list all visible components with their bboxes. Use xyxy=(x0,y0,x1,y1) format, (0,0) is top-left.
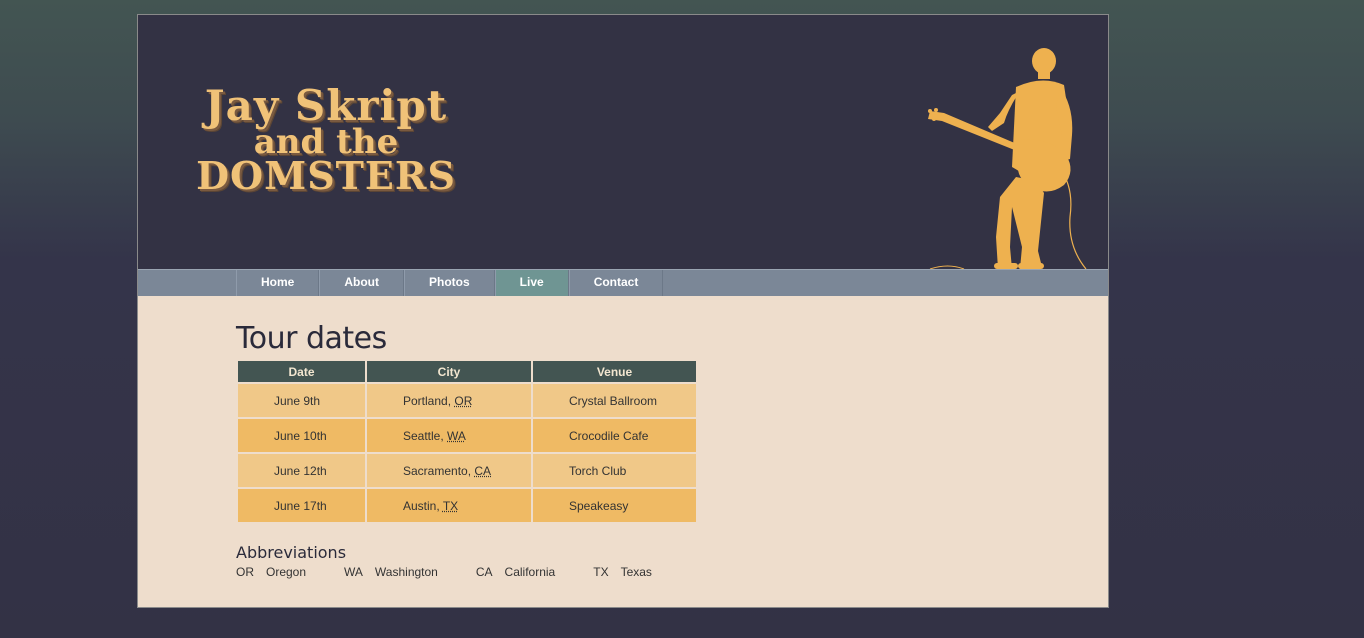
logo-line-1: Jay Skript xyxy=(204,81,448,130)
city-name: Austin, xyxy=(403,498,443,513)
abbr-term: CA xyxy=(475,565,493,579)
city-name: Sacramento, xyxy=(403,463,475,478)
abbr-definition: Oregon xyxy=(266,565,307,579)
state-abbr: OR xyxy=(454,393,473,408)
cell-venue: Torch Club xyxy=(533,454,696,487)
nav-contact[interactable]: Contact xyxy=(568,270,664,296)
cell-city: Sacramento, CA xyxy=(367,454,531,487)
abbr-term: TX xyxy=(593,565,609,579)
logo-line-3: DOMSTERS xyxy=(196,153,456,198)
cell-date: June 9th xyxy=(238,384,365,417)
col-header-date: Date xyxy=(238,361,365,382)
state-abbr: CA xyxy=(474,463,492,478)
cell-city: Austin, TX xyxy=(367,489,531,522)
header-banner: Jay Skript and the DOMSTERS xyxy=(138,15,1108,269)
main-nav: Home About Photos Live Contact xyxy=(138,269,1108,296)
cell-city: Seattle, WA xyxy=(367,419,531,452)
guitarist-silhouette-icon xyxy=(928,48,1087,269)
table-row: June 10th Seattle, WA Crocodile Cafe xyxy=(238,419,696,452)
tour-dates-table: Date City Venue June 9th Portland, OR Cr… xyxy=(236,359,698,524)
cell-date: June 17th xyxy=(238,489,365,522)
abbr-term: WA xyxy=(344,565,363,579)
nav-about[interactable]: About xyxy=(319,270,404,296)
nav-photos[interactable]: Photos xyxy=(404,270,495,296)
abbr-definition: Washington xyxy=(374,565,438,579)
cell-city: Portland, OR xyxy=(367,384,531,417)
cell-date: June 12th xyxy=(238,454,365,487)
table-row: June 17th Austin, TX Speakeasy xyxy=(238,489,696,522)
state-abbr: WA xyxy=(447,428,466,443)
table-row: June 9th Portland, OR Crystal Ballroom xyxy=(238,384,696,417)
abbr-term: OR xyxy=(236,565,254,579)
state-abbr: TX xyxy=(442,498,459,513)
abbreviations-heading: Abbreviations xyxy=(236,543,347,562)
page-container: Jay Skript and the DOMSTERS Home About P… xyxy=(137,14,1109,608)
nav-home[interactable]: Home xyxy=(236,270,320,296)
abbreviations-list: OR Oregon WA Washington CA California TX Texas xyxy=(236,565,690,579)
city-name: Seattle, xyxy=(403,428,448,443)
cell-venue: Speakeasy xyxy=(533,489,696,522)
table-header-row: Date City Venue xyxy=(238,361,696,382)
band-logo: Jay Skript and the DOMSTERS xyxy=(176,85,476,195)
page-title: Tour dates xyxy=(236,321,387,356)
col-header-venue: Venue xyxy=(533,361,696,382)
nav-live[interactable]: Live xyxy=(494,270,569,296)
table-row: June 12th Sacramento, CA Torch Club xyxy=(238,454,696,487)
col-header-city: City xyxy=(367,361,531,382)
abbr-definition: California xyxy=(504,565,556,579)
abbr-definition: Texas xyxy=(620,565,652,579)
city-name: Portland, xyxy=(403,393,455,408)
cell-venue: Crocodile Cafe xyxy=(533,419,696,452)
cell-date: June 10th xyxy=(238,419,365,452)
cell-venue: Crystal Ballroom xyxy=(533,384,696,417)
